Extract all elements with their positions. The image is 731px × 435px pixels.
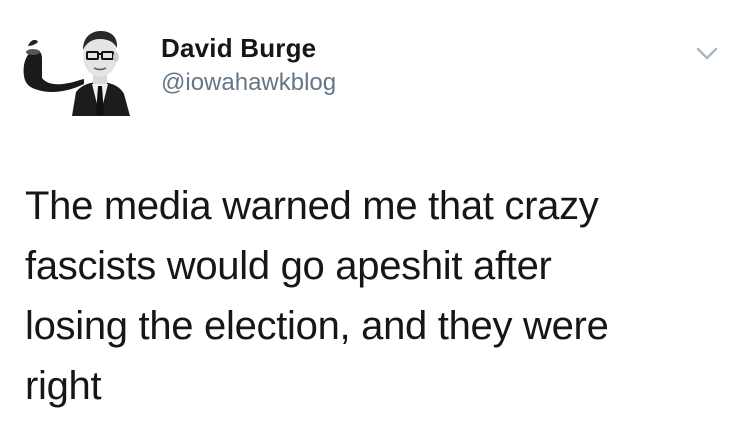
- chevron-down-icon[interactable]: [694, 44, 720, 62]
- tweet-card: David Burge @iowahawkblog The media warn…: [0, 0, 731, 435]
- tweet-text: The media warned me that crazy fascists …: [25, 176, 715, 416]
- tweet-text-line: losing the election, and they were: [25, 304, 609, 348]
- tweet-text-line: right: [25, 364, 102, 408]
- tweet-author[interactable]: David Burge @iowahawkblog: [161, 32, 336, 98]
- author-display-name[interactable]: David Burge: [161, 32, 336, 64]
- tweet-text-line: The media warned me that crazy: [25, 184, 599, 228]
- tweet-text-line: fascists would go apeshit after: [25, 244, 552, 288]
- author-handle[interactable]: @iowahawkblog: [161, 68, 336, 98]
- avatar[interactable]: [20, 22, 136, 116]
